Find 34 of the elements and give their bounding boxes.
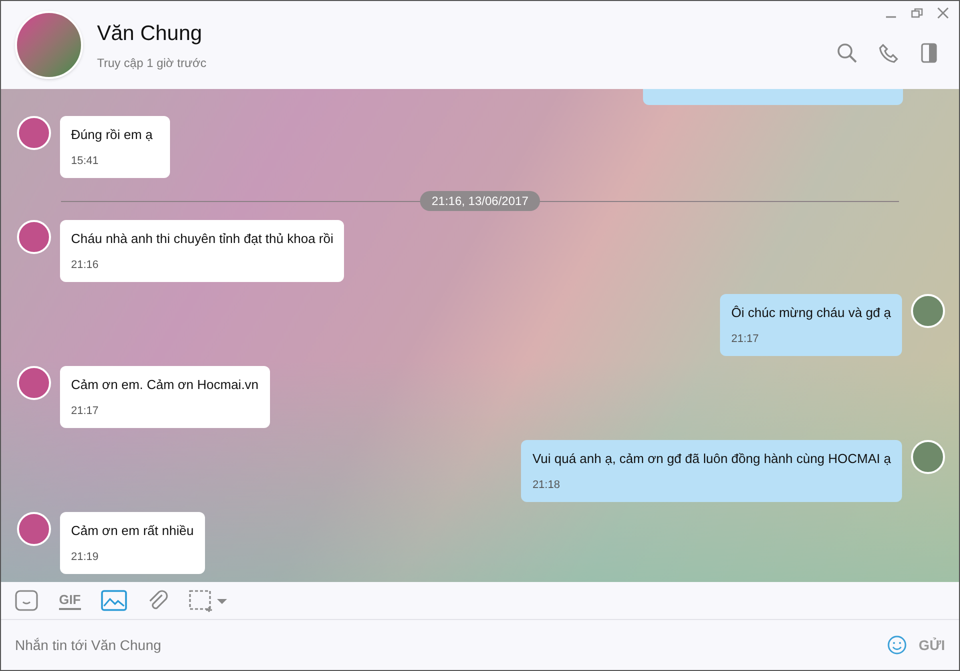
sidebar-toggle-icon[interactable] (921, 43, 937, 63)
sticker-icon[interactable] (15, 590, 39, 612)
paperclip-icon[interactable] (146, 590, 169, 612)
phone-icon[interactable] (879, 43, 899, 63)
avatar-photo (17, 116, 51, 150)
emoji-icon[interactable] (886, 635, 907, 655)
message-time: 21:17 (731, 332, 760, 346)
search-icon[interactable] (837, 43, 857, 63)
message-time: 21:18 (532, 478, 561, 492)
last-seen-status: Truy cập 1 giờ trước (97, 54, 206, 72)
avatar-photo (17, 220, 51, 254)
message-text: Vui quá anh ạ, cảm ơn gđ đã luôn đồng hành cùng HOCMAI ạ (532, 450, 891, 468)
message-time: 15:41 (71, 154, 100, 168)
contact-name: Văn Chung (97, 21, 204, 48)
date-separator: 21:16, 13/06/2017 (420, 191, 540, 211)
message-text: Cảm ơn em. Cảm ơn Hocmai.vn (71, 376, 259, 394)
avatar-photo (911, 294, 945, 328)
avatar-photo (17, 512, 51, 546)
avatar-photo (17, 366, 51, 400)
message-text: Cảm ơn em rất nhiều (71, 522, 194, 540)
avatar-photo (911, 440, 945, 474)
message-time: 21:17 (71, 404, 100, 418)
message-text: Đúng rồi em ạ (71, 126, 154, 144)
gif-button[interactable]: GIF (59, 592, 81, 610)
image-icon[interactable] (100, 590, 127, 612)
screenshot-icon[interactable] (188, 590, 229, 612)
send-button[interactable]: GỬI (918, 634, 945, 656)
close-icon[interactable] (937, 7, 949, 19)
message-time: 21:16 (71, 258, 100, 272)
message-text: Cháu nhà anh thi chuyên tỉnh đạt thủ khoa rồi (71, 230, 334, 248)
message-text: Ôi chúc mừng cháu và gđ ạ (731, 304, 891, 322)
restore-icon[interactable] (911, 7, 923, 19)
message-time: 21:19 (71, 550, 100, 564)
message-input-field[interactable]: Nhắn tin tới Văn Chung (15, 634, 887, 656)
